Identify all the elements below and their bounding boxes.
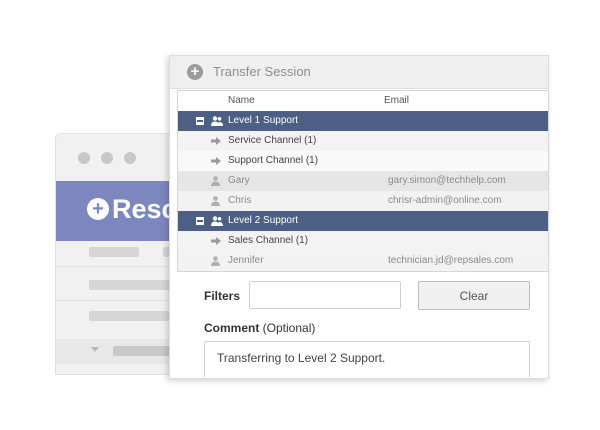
user-name: Chris	[228, 195, 252, 206]
placeholder-line	[89, 247, 139, 257]
clear-button[interactable]: Clear	[418, 281, 530, 310]
user-row[interactable]: Jennifer technician.jd@repsales.com	[178, 251, 548, 271]
group-row-level-1-support[interactable]: Level 1 Support	[178, 111, 548, 131]
comment-label: Comment (Optional)	[204, 321, 315, 335]
user-email: chrisr-admin@online.com	[388, 195, 502, 206]
user-icon	[211, 176, 220, 186]
channel-row[interactable]: Service Channel (1)	[178, 131, 548, 151]
add-circle-icon: +	[187, 64, 203, 80]
channel-label: Support Channel (1)	[228, 155, 319, 166]
user-name: Jennifer	[228, 255, 264, 266]
user-email: technician.jd@repsales.com	[388, 255, 514, 266]
comment-value: Transferring to Level 2 Support.	[217, 351, 386, 365]
user-icon	[211, 196, 220, 206]
placeholder-line	[89, 280, 171, 290]
user-row[interactable]: Gary gary.simon@techhelp.com	[178, 171, 548, 191]
column-header-name: Name	[228, 95, 255, 106]
group-icon	[211, 116, 223, 126]
arrow-right-icon	[211, 157, 221, 165]
column-header-email: Email	[384, 95, 410, 106]
dialog-header: + Transfer Session	[170, 56, 548, 89]
channel-row[interactable]: Support Channel (1)	[178, 151, 548, 171]
placeholder-line	[113, 346, 171, 356]
placeholder-line	[89, 311, 171, 321]
channel-label: Sales Channel (1)	[228, 235, 309, 246]
arrow-right-icon	[211, 237, 221, 245]
dialog-title: Transfer Session	[213, 64, 311, 79]
comment-optional-text: (Optional)	[259, 321, 316, 335]
window-dot-icon	[78, 152, 90, 164]
collapse-icon[interactable]	[196, 117, 204, 125]
filters-label: Filters	[204, 289, 241, 303]
window-dot-icon	[101, 152, 113, 164]
comment-textarea[interactable]: Transferring to Level 2 Support.	[204, 341, 530, 377]
brand-plus-icon: +	[87, 198, 109, 220]
group-icon	[211, 216, 223, 226]
user-icon	[211, 256, 220, 266]
collapse-icon[interactable]	[196, 217, 204, 225]
filters-input[interactable]	[249, 281, 401, 309]
caret-down-icon	[91, 347, 99, 352]
group-label: Level 2 Support	[228, 215, 299, 226]
channel-label: Service Channel (1)	[228, 135, 317, 146]
transfer-target-list[interactable]: Name Email Level 1 Support Service Chann…	[177, 90, 549, 272]
group-row-level-2-support[interactable]: Level 2 Support	[178, 211, 548, 231]
user-name: Gary	[228, 175, 250, 186]
arrow-right-icon	[211, 137, 221, 145]
user-row[interactable]: Chris chrisr-admin@online.com	[178, 191, 548, 211]
window-dot-icon	[124, 152, 136, 164]
channel-row[interactable]: Sales Channel (1)	[178, 231, 548, 251]
transfer-session-dialog: + Transfer Session Name Email Level 1 Su…	[169, 55, 549, 379]
user-email: gary.simon@techhelp.com	[388, 175, 506, 186]
comment-label-text: Comment	[204, 321, 260, 335]
group-label: Level 1 Support	[228, 115, 299, 126]
brand-logo-text: Resc	[112, 194, 177, 224]
